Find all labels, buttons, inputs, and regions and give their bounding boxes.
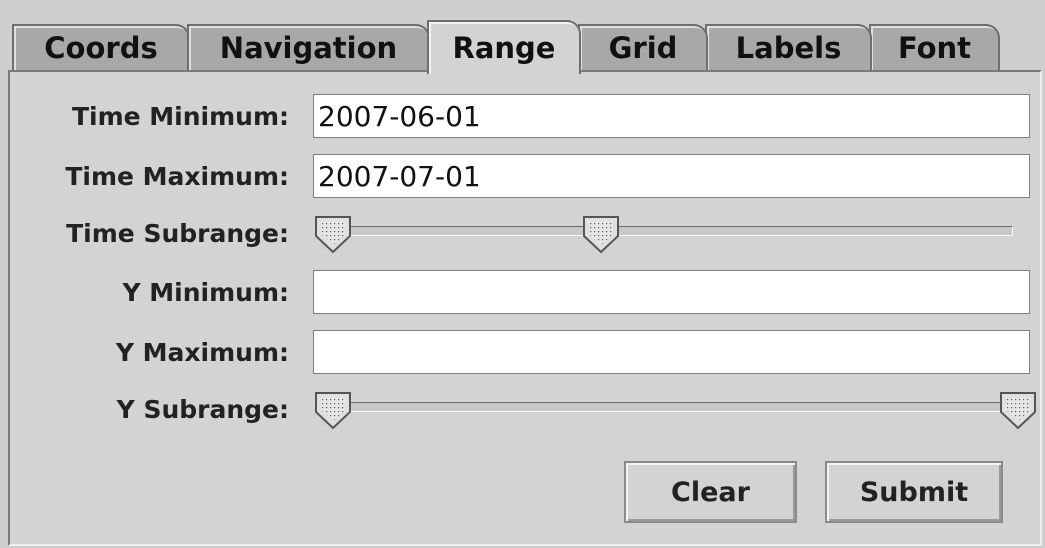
time-minimum-input[interactable]	[313, 94, 1030, 138]
time-maximum-label: Time Maximum:	[65, 162, 289, 191]
slider-thumb-low[interactable]	[313, 390, 353, 430]
tab-bar: Coords Navigation Range Grid Labels Font	[0, 0, 1045, 74]
tab-font[interactable]: Font	[869, 24, 1000, 70]
slider-track	[323, 402, 1028, 412]
time-subrange-label: Time Subrange:	[66, 219, 289, 248]
tab-label: Labels	[735, 31, 842, 65]
tab-label: Grid	[608, 31, 678, 65]
y-minimum-label: Y Minimum:	[122, 278, 289, 307]
tab-label: Range	[452, 31, 556, 65]
time-subrange-slider[interactable]	[313, 216, 1030, 256]
tab-grid[interactable]: Grid	[578, 24, 708, 70]
tab-labels[interactable]: Labels	[705, 24, 872, 70]
tab-label: Font	[897, 31, 972, 65]
y-maximum-input[interactable]	[313, 330, 1030, 374]
y-subrange-slider[interactable]	[313, 390, 1036, 432]
slider-thumb-low[interactable]	[313, 214, 353, 254]
submit-button[interactable]: Submit	[825, 461, 1003, 523]
tab-navigation[interactable]: Navigation	[187, 24, 430, 70]
y-maximum-label: Y Maximum:	[115, 338, 289, 367]
tab-range[interactable]: Range	[427, 20, 581, 74]
clear-button[interactable]: Clear	[624, 461, 797, 523]
y-minimum-input[interactable]	[313, 270, 1030, 314]
slider-track	[323, 226, 1013, 236]
time-maximum-input[interactable]	[313, 154, 1030, 198]
slider-thumb-high[interactable]	[581, 214, 621, 254]
tab-label: Coords	[44, 31, 158, 65]
tab-label: Navigation	[219, 31, 398, 65]
y-subrange-label: Y Subrange:	[116, 395, 289, 424]
tab-coords[interactable]: Coords	[12, 24, 190, 70]
slider-thumb-high[interactable]	[998, 390, 1038, 430]
time-minimum-label: Time Minimum:	[71, 102, 289, 131]
